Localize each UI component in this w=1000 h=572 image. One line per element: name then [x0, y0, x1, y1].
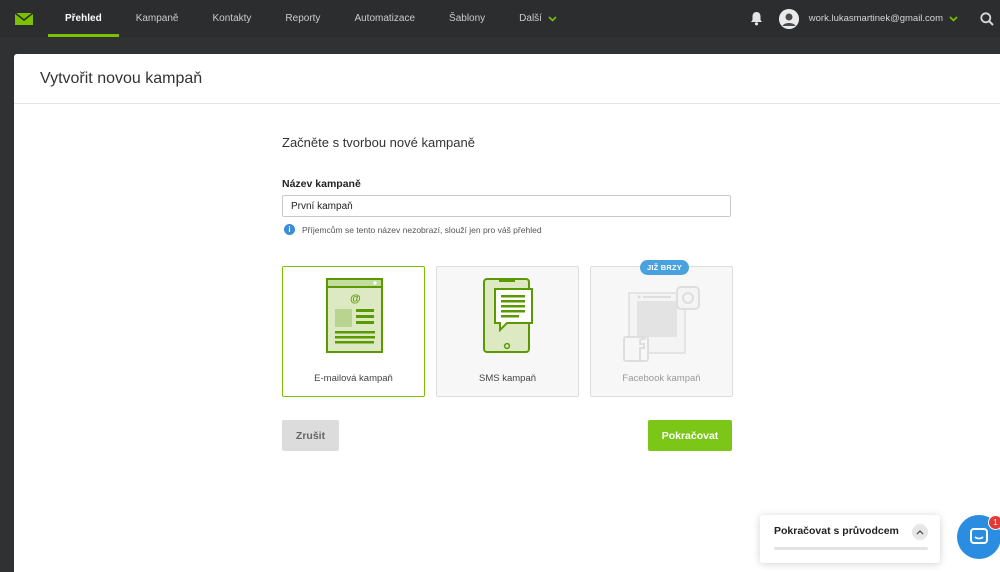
nav-item-prehled[interactable]: Přehled	[48, 0, 119, 37]
user-avatar-icon	[778, 8, 799, 29]
hint-text: Příjemcům se tento název nezobrazí, slou…	[302, 224, 542, 235]
modal-title: Vytvořit novou kampaň	[40, 69, 203, 87]
modal-subtitle: Začněte s tvorbou nové kampaně	[282, 135, 475, 150]
top-nav: Přehled Kampaně Kontakty Reporty Automat…	[0, 0, 1000, 37]
chat-bubble-icon	[970, 528, 988, 544]
nav-item-sablony[interactable]: Šablony	[432, 0, 502, 37]
campaign-type-cards: @ E-mailová kampaň SMS kampaň JIŽ BRZY F…	[282, 260, 733, 397]
notifications-bell-icon[interactable]	[750, 11, 763, 26]
card-facebook-campaign: JIŽ BRZY Facebook kampaň	[590, 260, 733, 397]
email-campaign-icon: @	[326, 278, 383, 353]
facebook-campaign-icon	[623, 286, 700, 362]
nav-item-automatizace[interactable]: Automatizace	[337, 0, 432, 37]
avatar[interactable]	[778, 8, 799, 29]
envelope-logo-icon	[15, 12, 33, 25]
nav-item-label: Šablony	[449, 13, 486, 24]
card-label: E-mailová kampaň	[314, 373, 393, 384]
continue-button[interactable]: Pokračovat	[648, 420, 732, 451]
nav-item-label: Přehled	[65, 13, 102, 24]
modal-header: Vytvořit novou kampaň	[14, 54, 1000, 104]
campaign-name-label: Název kampaně	[282, 178, 361, 190]
campaign-name-input[interactable]	[282, 195, 731, 217]
nav-item-kampane[interactable]: Kampaně	[119, 0, 196, 37]
logo[interactable]	[0, 0, 48, 37]
nav-item-label: Automatizace	[354, 13, 416, 24]
card-label: Facebook kampaň	[622, 373, 701, 384]
nav-item-label: Kontakty	[212, 13, 252, 24]
nav-item-label: Reporty	[285, 13, 321, 24]
guide-progress-bar	[774, 547, 928, 550]
sms-campaign-icon	[483, 278, 533, 353]
svg-text:@: @	[350, 293, 361, 305]
search-icon[interactable]	[980, 11, 994, 26]
card-email-campaign[interactable]: @ E-mailová kampaň	[282, 266, 425, 397]
account-email[interactable]: work.lukasmartinek@gmail.com	[809, 13, 943, 24]
info-icon: i	[284, 224, 295, 235]
campaign-name-hint: i Příjemcům se tento název nezobrazí, sl…	[284, 224, 542, 235]
create-campaign-modal: Vytvořit novou kampaň Začněte s tvorbou …	[14, 54, 1000, 572]
nav-item-label: Další	[519, 13, 542, 24]
nav-item-label: Kampaně	[135, 13, 179, 24]
nav-item-kontakty[interactable]: Kontakty	[196, 0, 269, 37]
chevron-up-icon[interactable]	[912, 524, 928, 540]
chat-notification-badge: 1	[988, 515, 1000, 530]
guide-label: Pokračovat s průvodcem	[774, 525, 899, 537]
nav-item-reporty[interactable]: Reporty	[268, 0, 337, 37]
guide-widget[interactable]: Pokračovat s průvodcem	[760, 515, 940, 563]
nav-item-dalsi[interactable]: Další	[502, 0, 574, 37]
chevron-down-icon	[548, 15, 557, 22]
account-chevron-down-icon[interactable]	[949, 15, 958, 22]
cancel-button[interactable]: Zrušit	[282, 420, 339, 451]
background-overlay-left	[0, 150, 14, 572]
nav-right: work.lukasmartinek@gmail.com	[750, 0, 1000, 37]
card-label: SMS kampaň	[478, 373, 537, 384]
card-sms-campaign[interactable]: SMS kampaň	[436, 266, 579, 397]
